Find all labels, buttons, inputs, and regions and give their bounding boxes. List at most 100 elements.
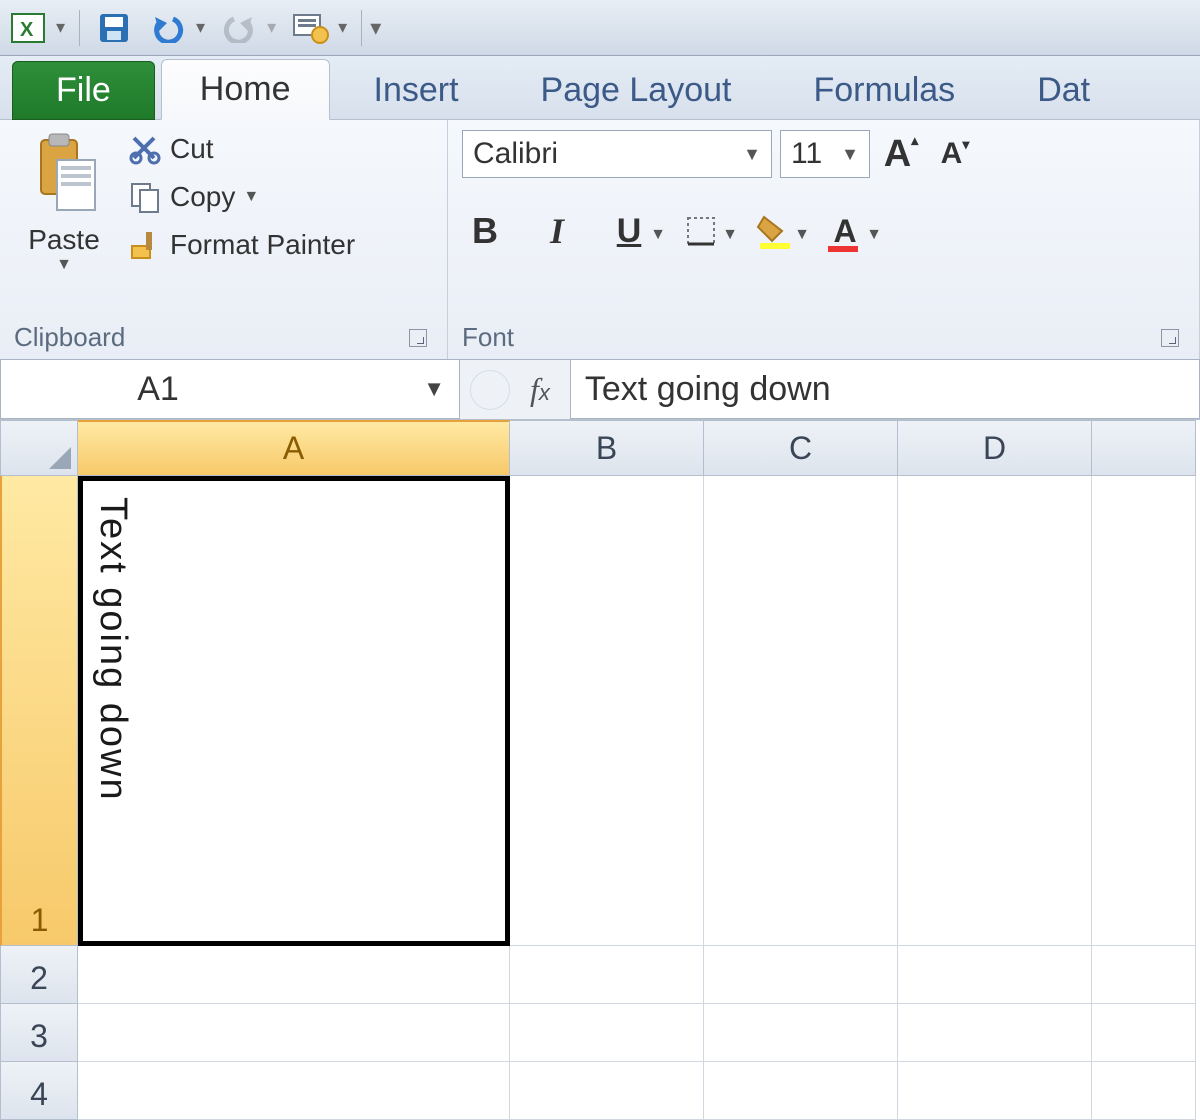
row-header-4[interactable]: 4	[0, 1062, 78, 1120]
tab-insert[interactable]: Insert	[336, 61, 497, 120]
cell-E3[interactable]	[1092, 1004, 1196, 1062]
print-preview-icon[interactable]	[290, 8, 330, 48]
font-color-button[interactable]: A ▼	[822, 208, 868, 254]
cell-B3[interactable]	[510, 1004, 704, 1062]
tab-insert-label: Insert	[374, 71, 459, 109]
name-box-value: A1	[137, 370, 179, 409]
redo-icon[interactable]	[219, 8, 259, 48]
copy-label: Copy	[170, 181, 235, 213]
cell-B1[interactable]	[510, 476, 704, 946]
cell-D3[interactable]	[898, 1004, 1092, 1062]
redo-drop-icon[interactable]: ▾	[267, 17, 276, 38]
font-name-drop-icon: ▼	[743, 144, 761, 165]
save-icon[interactable]	[94, 8, 134, 48]
quick-access-toolbar: X ▾ ▾ ▾ ▾ ▾	[0, 0, 1200, 56]
tab-home[interactable]: Home	[161, 59, 330, 120]
shrink-font-button[interactable]: A▾	[932, 131, 978, 177]
tab-data[interactable]: Dat	[999, 61, 1128, 120]
cell-C2[interactable]	[704, 946, 898, 1004]
formula-input[interactable]: Text going down	[570, 360, 1200, 419]
format-painter-label: Format Painter	[170, 229, 355, 261]
paintbrush-icon	[128, 228, 162, 262]
copy-drop-icon[interactable]: ▼	[243, 188, 259, 206]
app-menu-drop-icon[interactable]: ▾	[56, 17, 65, 38]
cut-button[interactable]: Cut	[124, 130, 359, 168]
borders-button[interactable]: ▼	[678, 208, 724, 254]
cell-B2[interactable]	[510, 946, 704, 1004]
tab-page-layout-label: Page Layout	[541, 71, 732, 109]
col-header-C[interactable]: C	[704, 420, 898, 476]
cancel-formula-button[interactable]	[470, 370, 510, 410]
cut-label: Cut	[170, 133, 214, 165]
grow-font-label: A	[884, 133, 911, 176]
cell-E4[interactable]	[1092, 1062, 1196, 1120]
insert-function-button[interactable]: fx	[520, 371, 560, 408]
font-dialog-launcher[interactable]	[1161, 329, 1179, 347]
cell-A1-value: Text going down	[91, 497, 134, 802]
cell-D4[interactable]	[898, 1062, 1092, 1120]
undo-drop-icon[interactable]: ▾	[196, 17, 205, 38]
cell-D2[interactable]	[898, 946, 1092, 1004]
clipboard-dialog-launcher[interactable]	[409, 329, 427, 347]
formula-value: Text going down	[585, 370, 831, 409]
copy-icon	[128, 180, 162, 214]
select-all-corner[interactable]	[0, 420, 78, 476]
cell-C4[interactable]	[704, 1062, 898, 1120]
group-font: Calibri ▼ 11 ▼ A▴ A▾ B I U▼	[448, 120, 1200, 359]
tab-page-layout[interactable]: Page Layout	[503, 61, 770, 120]
tab-data-label: Dat	[1037, 71, 1090, 109]
undo-icon[interactable]	[148, 8, 188, 48]
active-cell-border: Text going down	[78, 476, 510, 946]
qat-customize-drop-icon[interactable]: ▾	[370, 15, 381, 41]
col-header-A[interactable]: A	[78, 420, 510, 476]
font-size-drop-icon: ▼	[841, 144, 859, 165]
cell-E1[interactable]	[1092, 476, 1196, 946]
cell-E2[interactable]	[1092, 946, 1196, 1004]
underline-button[interactable]: U▼	[606, 208, 652, 254]
tab-formulas[interactable]: Formulas	[775, 61, 993, 120]
tab-file[interactable]: File	[12, 61, 155, 120]
cell-C3[interactable]	[704, 1004, 898, 1062]
clipboard-group-title: Clipboard	[14, 322, 125, 353]
col-header-E[interactable]	[1092, 420, 1196, 476]
tab-formulas-label: Formulas	[813, 71, 955, 109]
cell-A3[interactable]	[78, 1004, 510, 1062]
print-preview-drop-icon[interactable]: ▾	[338, 17, 347, 38]
cell-D1[interactable]	[898, 476, 1092, 946]
row-header-3[interactable]: 3	[0, 1004, 78, 1062]
tab-file-label: File	[56, 71, 111, 109]
scissors-icon	[128, 132, 162, 166]
row-header-2[interactable]: 2	[0, 946, 78, 1004]
font-size-value: 11	[791, 137, 822, 171]
col-header-D[interactable]: D	[898, 420, 1092, 476]
font-name-value: Calibri	[473, 137, 558, 171]
excel-app-icon[interactable]: X	[8, 8, 48, 48]
svg-text:X: X	[20, 19, 34, 41]
grow-font-button[interactable]: A▴	[878, 131, 924, 177]
paste-drop-icon[interactable]: ▼	[56, 256, 72, 274]
ribbon: Paste ▼ Cut Copy ▼ Format Painter	[0, 120, 1200, 360]
ribbon-tabs: File Home Insert Page Layout Formulas Da…	[0, 56, 1200, 120]
formula-bar: A1 ▼ fx Text going down	[0, 360, 1200, 420]
font-group-title: Font	[462, 322, 514, 353]
tab-home-label: Home	[200, 70, 291, 108]
row-header-1[interactable]: 1	[0, 476, 78, 946]
copy-button[interactable]: Copy ▼	[124, 178, 359, 216]
italic-button[interactable]: I	[534, 208, 580, 254]
cell-A2[interactable]	[78, 946, 510, 1004]
name-box[interactable]: A1 ▼	[0, 360, 460, 419]
bold-button[interactable]: B	[462, 208, 508, 254]
cell-C1[interactable]	[704, 476, 898, 946]
format-painter-button[interactable]: Format Painter	[124, 226, 359, 264]
font-name-combo[interactable]: Calibri ▼	[462, 130, 772, 178]
cell-B4[interactable]	[510, 1062, 704, 1120]
name-box-drop-icon: ▼	[423, 376, 445, 402]
paste-label: Paste	[28, 224, 100, 256]
paste-button[interactable]: Paste ▼	[14, 130, 114, 274]
font-size-combo[interactable]: 11 ▼	[780, 130, 870, 178]
col-header-B[interactable]: B	[510, 420, 704, 476]
worksheet: A B C D 1 2 3 4	[0, 420, 1200, 1120]
fill-color-button[interactable]: ▼	[750, 208, 796, 254]
cell-A4[interactable]	[78, 1062, 510, 1120]
shrink-font-label: A	[941, 137, 963, 171]
